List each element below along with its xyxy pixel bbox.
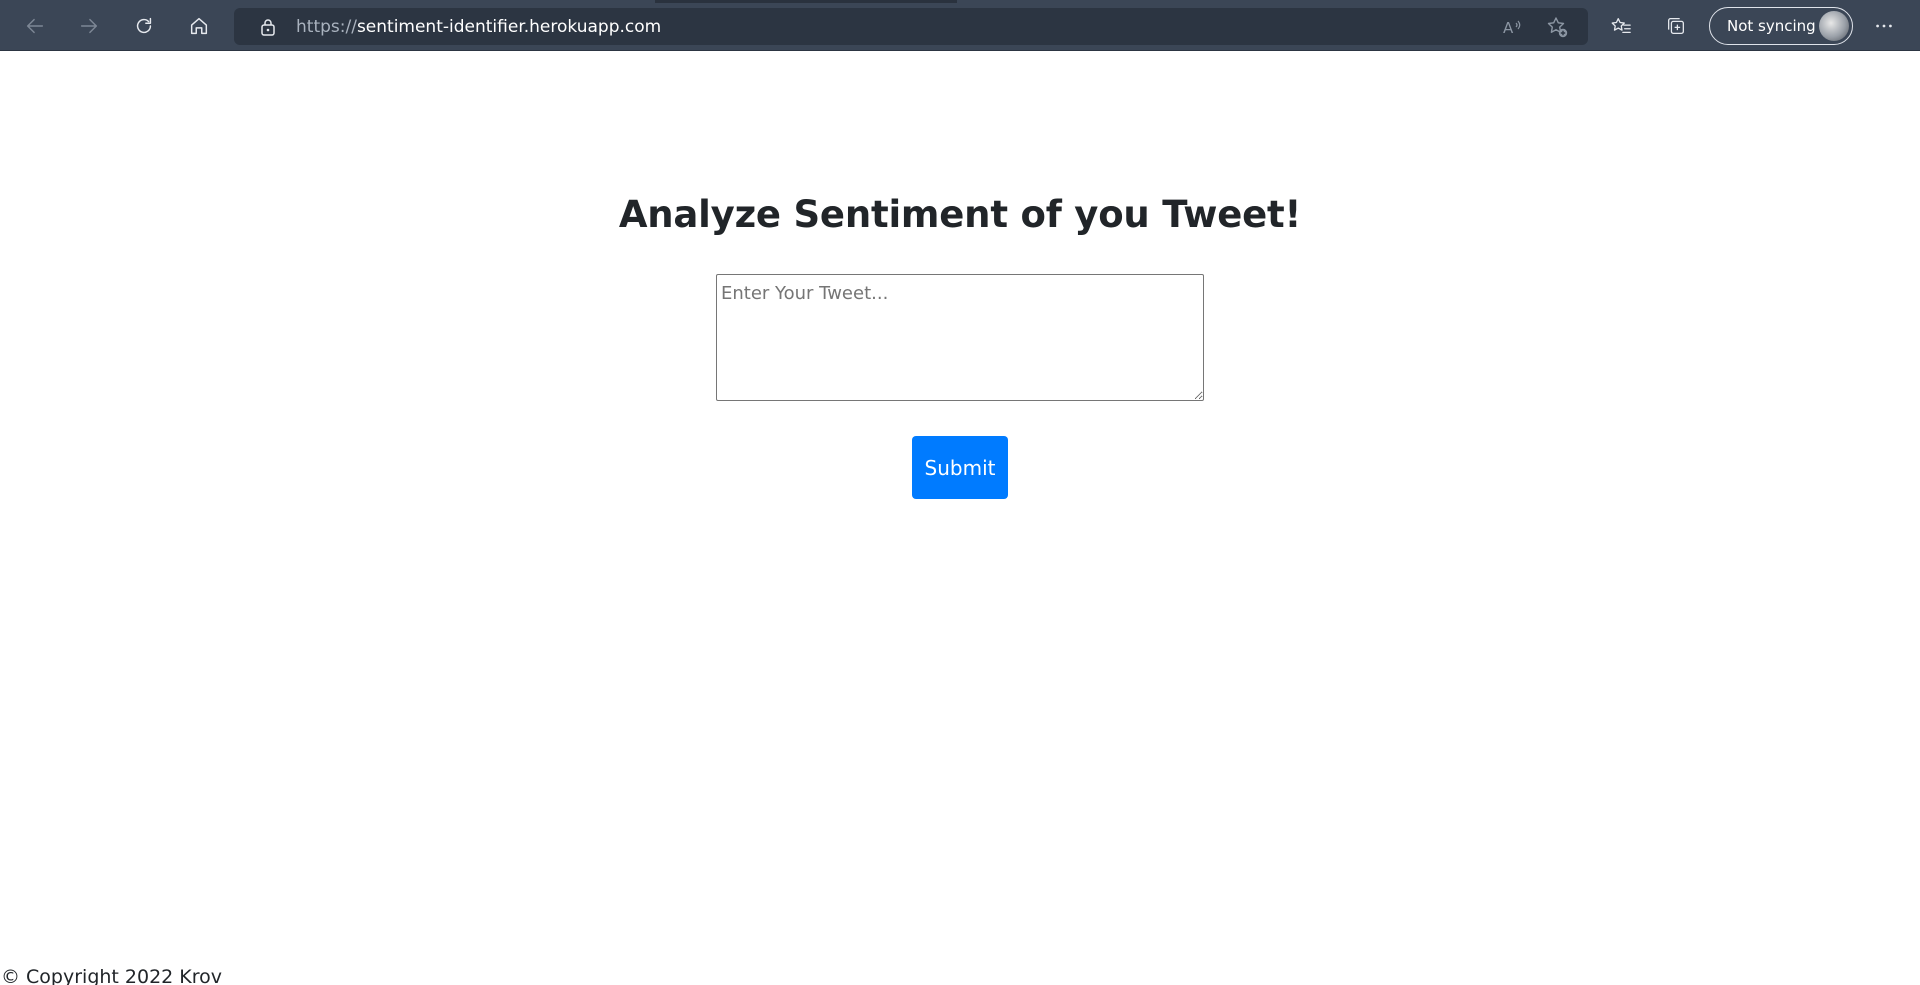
refresh-button[interactable] [126,8,162,44]
forward-button[interactable] [71,8,107,44]
lock-icon[interactable] [258,17,278,37]
favorites-icon [1611,18,1631,34]
more-button[interactable] [1866,8,1902,44]
refresh-icon [136,17,152,34]
home-icon [190,17,208,35]
svg-text:A: A [1503,19,1514,37]
tab-indicator [655,0,957,3]
add-favorite-icon[interactable] [1545,15,1569,39]
collections-icon [1668,18,1684,34]
submit-button[interactable]: Submit [912,436,1008,499]
url-text[interactable]: https://sentiment-identifier.herokuapp.c… [296,17,661,37]
browser-toolbar: https://sentiment-identifier.herokuapp.c… [0,0,1920,51]
forward-icon [80,18,98,34]
tweet-input[interactable] [716,274,1204,401]
avatar [1819,11,1849,41]
more-icon [1876,24,1892,28]
url-host: sentiment-identifier.herokuapp.com [356,17,662,37]
read-aloud-icon[interactable]: A [1500,15,1524,39]
footer-copyright: © Copyright 2022 Krov [1,966,223,985]
sync-status-label: Not syncing [1727,17,1816,35]
back-icon [26,18,44,34]
profile-sync-button[interactable]: Not syncing [1709,7,1853,45]
back-button[interactable] [17,8,53,44]
page-title: Analyze Sentiment of you Tweet! [618,193,1302,236]
address-bar[interactable]: https://sentiment-identifier.herokuapp.c… [234,8,1588,45]
favorites-button[interactable] [1603,8,1639,44]
collections-button[interactable] [1658,8,1694,44]
url-scheme: https:// [296,17,357,37]
home-button[interactable] [181,8,217,44]
